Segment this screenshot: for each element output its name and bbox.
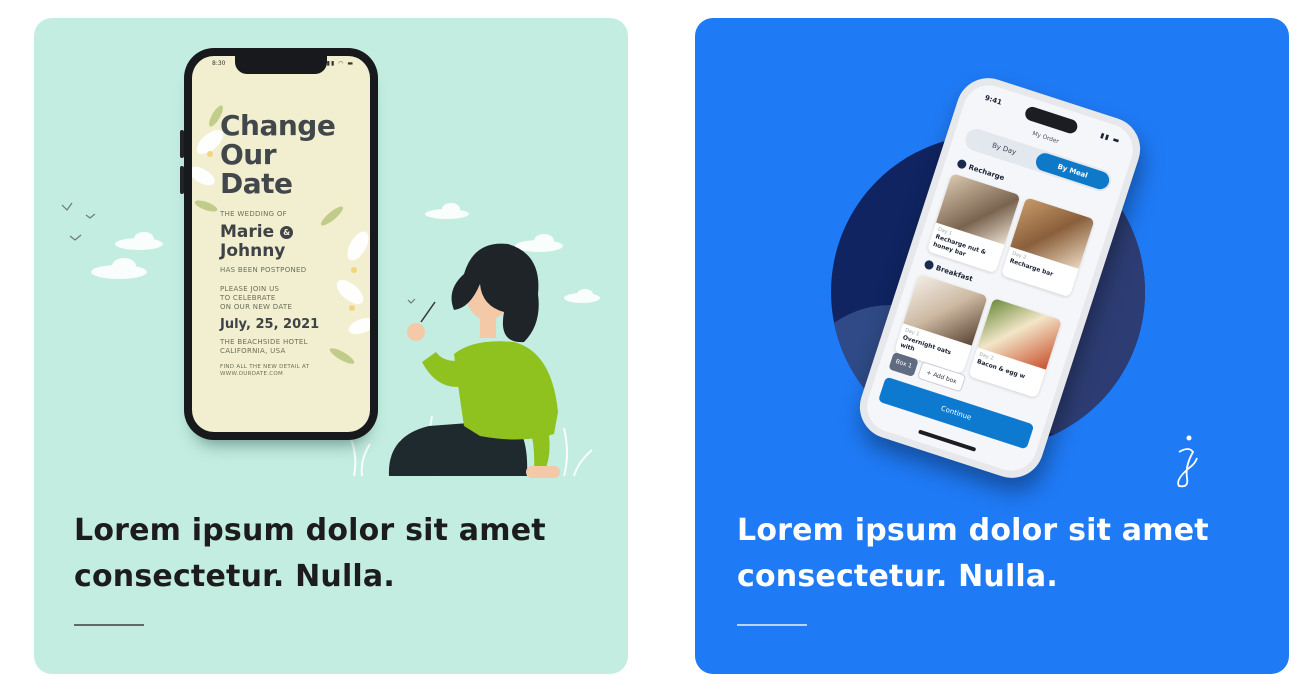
invitation-content: Change Our Date THE WEDDING OF Marie & J…	[220, 111, 366, 378]
phone-screen: 8:30 ▮▮ ◠ ▬ Change Our Date THE WEDDING …	[192, 56, 370, 432]
woman-illustration	[388, 243, 560, 478]
invitation-headline: Change Our Date	[220, 109, 336, 200]
section-icon	[956, 158, 968, 170]
card-title: Lorem ipsum dolor sit amet consectetur. …	[737, 513, 1209, 594]
find-details-text: FIND ALL THE NEW DETAIL AT WWW.OURDATE.C…	[220, 364, 310, 377]
volume-button	[180, 166, 184, 194]
couple-names: Marie & Johnny	[220, 223, 366, 261]
title-divider	[74, 624, 144, 626]
brand-logo-icon	[1177, 435, 1198, 488]
status-time: 9:41	[983, 93, 1003, 107]
card-meal-app[interactable]: 9:41 ▮▮ ▬ My Order By Day By Meal Rechar…	[695, 18, 1289, 674]
postponed-label: HAS BEEN POSTPONED	[220, 266, 307, 274]
wedding-of-label: THE WEDDING OF	[220, 210, 287, 218]
volume-button	[180, 130, 184, 158]
card-title: Lorem ipsum dolor sit amet consectetur. …	[74, 513, 546, 594]
please-join-text: PLEASE JOIN US TO CELEBRATE ON OUR NEW D…	[220, 285, 293, 311]
new-date: July, 25, 2021	[220, 317, 320, 332]
card-wedding[interactable]: 8:30 ▮▮ ◠ ▬ Change Our Date THE WEDDING …	[34, 18, 628, 674]
battery-icon: ▮▮ ▬	[1099, 131, 1122, 146]
wedding-phone-mockup: 8:30 ▮▮ ◠ ▬ Change Our Date THE WEDDING …	[180, 48, 378, 440]
phone-notch	[235, 56, 327, 74]
home-indicator	[918, 429, 977, 452]
section-icon	[923, 259, 935, 271]
venue-text: THE BEACHSIDE HOTEL CALIFORNIA, USA	[220, 338, 308, 355]
title-divider	[737, 624, 807, 626]
